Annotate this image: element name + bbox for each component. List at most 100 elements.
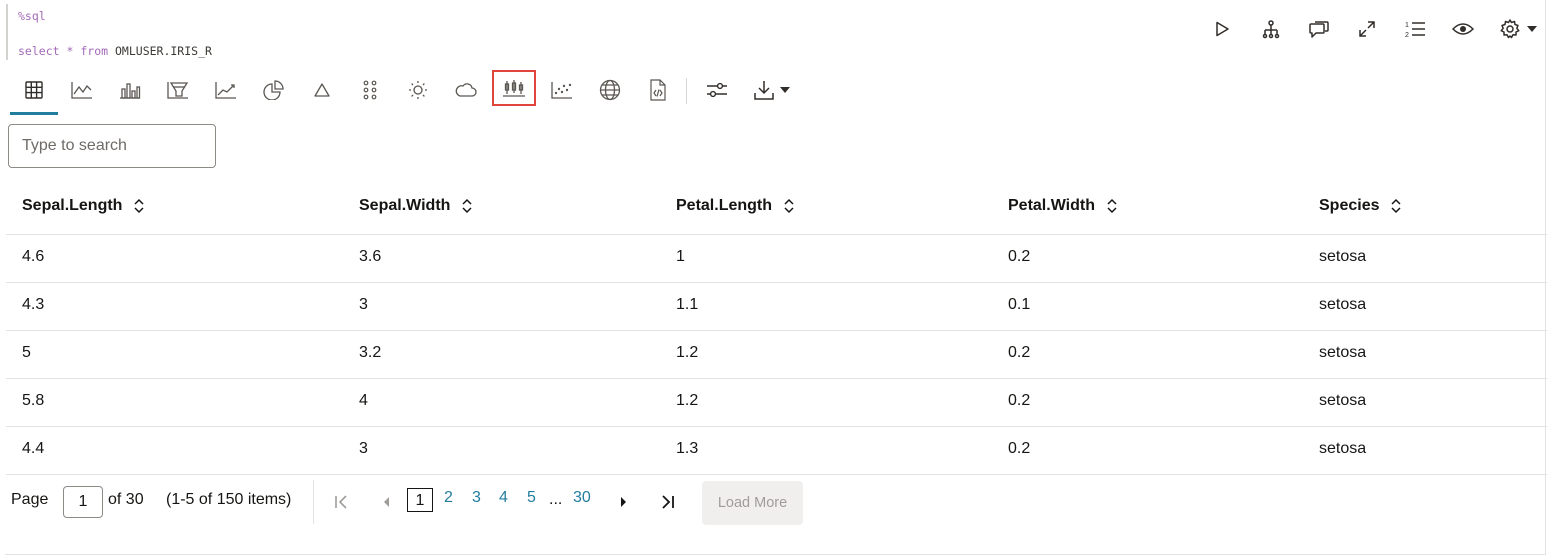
box-plot-icon — [503, 80, 525, 97]
tag-cloud-button[interactable] — [448, 74, 484, 106]
caret-down-icon — [779, 87, 790, 93]
column-header-label: Sepal.Length — [22, 197, 123, 214]
page-count-label: of 30 — [108, 491, 144, 508]
visibility-button[interactable] — [1448, 14, 1478, 44]
cell-species: setosa — [1319, 440, 1367, 457]
sort-icon — [1107, 198, 1117, 214]
numbered-list-icon: 12 — [1405, 22, 1425, 39]
sort-icon — [462, 198, 472, 214]
settings-menu-button[interactable] — [1494, 14, 1542, 44]
code-line-query[interactable]: select * from OMLUSER.IRIS_R — [18, 44, 212, 58]
first-page-button[interactable] — [331, 490, 351, 514]
expand-button[interactable] — [1352, 14, 1382, 44]
load-more-button[interactable]: Load More — [702, 481, 803, 525]
bar-chart-icon — [120, 83, 141, 99]
cell-sepal-length: 5 — [22, 344, 31, 361]
chart-settings-button[interactable] — [699, 74, 735, 106]
cell-petal-width: 0.1 — [1008, 296, 1031, 313]
sunburst-chart-button[interactable] — [400, 74, 436, 106]
row-divider — [6, 282, 1547, 283]
column-header-sepal-width[interactable]: Sepal.Width — [359, 197, 472, 215]
funnel-chart-button[interactable] — [160, 74, 196, 106]
next-page-button[interactable] — [614, 490, 634, 514]
page-link-3[interactable]: 3 — [472, 489, 481, 507]
cell-sepal-width: 3.2 — [359, 344, 382, 361]
cell-petal-width: 0.2 — [1008, 344, 1031, 361]
column-header-label: Sepal.Width — [359, 197, 451, 214]
pyramid-chart-button[interactable] — [304, 74, 340, 106]
search-input[interactable] — [8, 124, 216, 168]
column-header-sepal-length[interactable]: Sepal.Length — [22, 197, 144, 215]
hierarchy-button[interactable] — [1256, 14, 1286, 44]
row-divider — [6, 474, 1547, 475]
page-link-2[interactable]: 2 — [444, 489, 453, 507]
column-header-label: Petal.Length — [676, 197, 773, 214]
column-header-petal-length[interactable]: Petal.Length — [676, 197, 794, 215]
script-view-button[interactable] — [640, 74, 676, 106]
column-header-label: Species — [1319, 197, 1380, 214]
eye-icon — [1452, 23, 1474, 35]
sort-icon — [134, 198, 144, 214]
page-link-30[interactable]: 30 — [573, 489, 591, 507]
column-header-label: Petal.Width — [1008, 197, 1095, 214]
table-reference: OMLUSER.IRIS_R — [115, 44, 212, 58]
gear-icon — [1500, 19, 1520, 39]
row-divider — [6, 378, 1547, 379]
scatter-plot-icon — [551, 82, 572, 99]
last-page-button[interactable] — [658, 490, 678, 514]
cell-species: setosa — [1319, 296, 1367, 313]
line-chart-button[interactable] — [64, 74, 100, 106]
area-chart-icon — [215, 82, 236, 99]
page-link-4[interactable]: 4 — [499, 489, 508, 507]
run-button[interactable] — [1207, 14, 1237, 44]
column-header-petal-width[interactable]: Petal.Width — [1008, 197, 1117, 215]
star-token: * — [66, 44, 74, 58]
comments-button[interactable] — [1304, 14, 1334, 44]
chevron-left-icon — [384, 497, 389, 507]
row-divider — [6, 234, 1547, 235]
script-icon — [650, 79, 666, 101]
pie-chart-button[interactable] — [256, 74, 292, 106]
box-plot-button[interactable] — [492, 70, 536, 106]
funnel-chart-icon — [167, 82, 189, 99]
code-line-magic[interactable]: %sql — [18, 9, 46, 23]
cell-petal-width: 0.2 — [1008, 392, 1031, 409]
toolbar-separator — [686, 78, 687, 104]
scatter-plot-button[interactable] — [544, 74, 580, 106]
sunburst-icon — [409, 81, 427, 99]
expand-icon — [1359, 21, 1375, 37]
cell-sepal-length: 4.6 — [22, 248, 45, 265]
last-page-icon — [662, 495, 674, 509]
code-editor-gutter — [6, 4, 8, 60]
settings-sliders-icon — [707, 82, 727, 98]
table-view-button[interactable] — [10, 74, 58, 115]
row-divider — [6, 330, 1547, 331]
globe-icon — [599, 79, 621, 101]
map-chart-button[interactable] — [592, 74, 628, 106]
area-chart-button[interactable] — [208, 74, 244, 106]
cell-petal-width: 0.2 — [1008, 248, 1031, 265]
cell-petal-length: 1.1 — [676, 296, 699, 313]
first-page-icon — [335, 495, 347, 509]
previous-page-button[interactable] — [376, 490, 396, 514]
column-header-species[interactable]: Species — [1319, 197, 1402, 215]
cell-sepal-width: 3 — [359, 296, 368, 313]
items-range-label: (1-5 of 150 items) — [166, 491, 292, 508]
cell-sepal-width: 3.6 — [359, 248, 382, 265]
keyword-from: from — [80, 44, 109, 58]
page-link-5[interactable]: 5 — [527, 489, 536, 507]
bar-chart-button[interactable] — [112, 74, 148, 106]
page-number-input[interactable] — [63, 486, 103, 518]
pagination-separator — [313, 480, 314, 524]
pagination-ellipsis: ... — [549, 491, 563, 508]
sort-icon — [1391, 198, 1402, 214]
cell-sepal-length: 5.8 — [22, 392, 45, 409]
download-menu-button[interactable] — [747, 74, 795, 106]
page-link-1[interactable]: 1 — [407, 488, 433, 512]
dots-chart-button[interactable] — [352, 74, 388, 106]
run-icon — [1216, 21, 1229, 37]
cell-species: setosa — [1319, 392, 1367, 409]
line-numbers-button[interactable]: 12 — [1400, 14, 1430, 44]
svg-text:1: 1 — [1405, 22, 1409, 29]
cell-petal-length: 1.2 — [676, 392, 699, 409]
